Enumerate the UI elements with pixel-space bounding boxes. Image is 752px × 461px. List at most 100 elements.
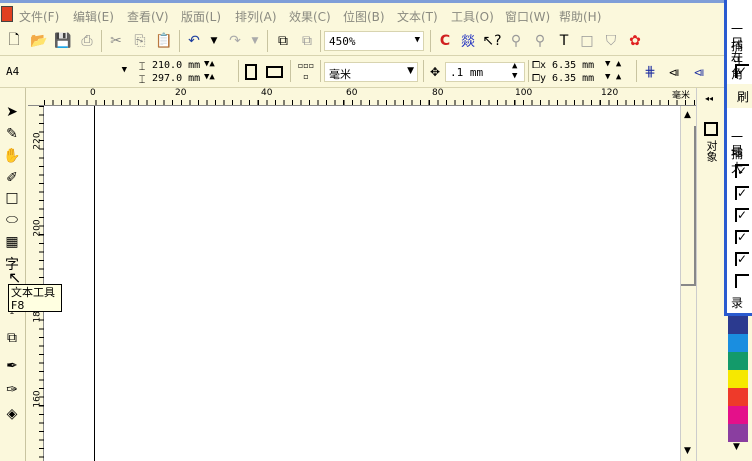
- ruler-label: 80: [432, 88, 444, 98]
- shape-tool-icon[interactable]: ✎: [2, 124, 22, 144]
- vertical-scrollbar[interactable]: ▲ ▼: [680, 106, 696, 461]
- chevron-down-icon[interactable]: ▼: [122, 65, 127, 75]
- scroll-thumb[interactable]: [681, 126, 696, 286]
- pick-tool-icon[interactable]: ➤: [2, 102, 22, 122]
- docker-tab-objects[interactable]: 对象: [705, 140, 719, 162]
- palette-swatch[interactable]: [728, 388, 748, 406]
- menu-edit[interactable]: 编辑(E): [73, 8, 114, 25]
- undo-icon[interactable]: ↶: [185, 32, 203, 50]
- panel-checkbox[interactable]: ✓: [735, 64, 749, 78]
- paste-icon[interactable]: 📋: [155, 32, 173, 50]
- redo-icon[interactable]: ↷: [226, 32, 244, 50]
- scroll-down-icon[interactable]: ▼: [684, 446, 691, 456]
- text-frame-icon[interactable]: T: [555, 32, 573, 50]
- eyedropper-tool-icon[interactable]: ✒: [2, 356, 22, 376]
- panel-checkbox[interactable]: [735, 274, 749, 288]
- collapse-icon[interactable]: ◂◂: [705, 94, 713, 103]
- landscape-button[interactable]: [266, 66, 283, 78]
- dup-y-spinner[interactable]: ▼ ▲: [605, 72, 621, 82]
- whats-this-icon[interactable]: ↖?: [482, 32, 501, 50]
- scroll-up-icon[interactable]: ▲: [684, 110, 691, 120]
- print-icon[interactable]: ⎙: [78, 32, 96, 50]
- units-combo[interactable]: 毫米 ▼: [324, 62, 418, 82]
- panel-checkbox[interactable]: ✓: [735, 208, 749, 222]
- menu-help[interactable]: 帮助(H): [559, 8, 601, 25]
- menu-arrange[interactable]: 排列(A): [235, 8, 277, 25]
- new-icon[interactable]: 🗋: [5, 32, 23, 50]
- snap-objects-icon[interactable]: ⧏: [690, 63, 708, 81]
- cut-icon[interactable]: ✂: [107, 32, 125, 50]
- paper-size-combo[interactable]: A4 ▼: [2, 62, 130, 82]
- ruler-label: 60: [346, 88, 358, 98]
- height-spinner[interactable]: ▼▲: [204, 72, 215, 82]
- undo-dropdown-icon[interactable]: ▼: [205, 32, 223, 50]
- open-icon[interactable]: 📂: [30, 32, 48, 50]
- panel-button[interactable]: 刷: [727, 84, 752, 108]
- panel-text: 录制: [731, 296, 744, 310]
- menu-bitmaps[interactable]: 位图(B): [343, 8, 385, 25]
- frame-icon[interactable]: □: [578, 32, 596, 50]
- graph-paper-tool-icon[interactable]: ▦: [2, 232, 22, 252]
- palette-swatch[interactable]: [728, 316, 748, 334]
- find-replace-icon[interactable]: ⚲: [531, 32, 549, 50]
- nudge-icon: ✥: [429, 65, 441, 79]
- text-tool-icon[interactable]: 燚: [459, 32, 477, 50]
- corel-connect-icon[interactable]: C: [436, 32, 454, 50]
- menu-effects[interactable]: 效果(C): [289, 8, 331, 25]
- duplicate-y-value: 6.35 mm: [552, 73, 595, 84]
- redo-dropdown-icon[interactable]: ▼: [246, 32, 264, 50]
- panel-checkbox[interactable]: ✓: [735, 252, 749, 266]
- menu-layout[interactable]: 版面(L): [181, 8, 221, 25]
- chevron-down-icon[interactable]: ▼: [407, 66, 414, 76]
- outline-tool-icon[interactable]: ✑: [2, 380, 22, 400]
- palette-swatch[interactable]: [728, 334, 748, 352]
- duplicate-y-field[interactable]: ⧠y 6.35 mm: [532, 73, 594, 84]
- binoculars-icon[interactable]: ⚲: [507, 32, 525, 50]
- import-icon[interactable]: ⧉: [274, 32, 292, 50]
- ellipse-tool-icon[interactable]: ⬭: [2, 210, 22, 230]
- export-icon[interactable]: ⧉: [298, 32, 316, 50]
- horizontal-ruler[interactable]: 0 20 40 60 80 100 120 毫米: [28, 88, 696, 106]
- snap-guidelines-icon[interactable]: ⧏: [665, 63, 683, 81]
- menu-tools[interactable]: 工具(O): [451, 8, 494, 25]
- tooltip-title: 文本工具: [11, 286, 55, 299]
- menu-window[interactable]: 窗口(W): [505, 8, 550, 25]
- panel-checkbox[interactable]: ✓: [735, 230, 749, 244]
- palette-swatch[interactable]: [728, 424, 748, 442]
- page-height-field[interactable]: 297.0 mm: [152, 73, 200, 84]
- rectangle-tool-icon[interactable]: □: [2, 188, 22, 208]
- fill-tool-icon[interactable]: ◈: [2, 404, 22, 424]
- blend-tool-icon[interactable]: ⧉: [2, 328, 22, 348]
- page-layout-icon[interactable]: ▫▫▫ ▫: [297, 60, 315, 82]
- dup-x-spinner[interactable]: ▼ ▲: [605, 59, 621, 69]
- nudge-spinner[interactable]: ▲ ▼: [512, 61, 517, 81]
- page-width-field[interactable]: 210.0 mm: [152, 60, 200, 71]
- palette-scroll-down-icon[interactable]: ▼: [733, 442, 740, 452]
- flower-icon[interactable]: ✿: [626, 32, 644, 50]
- nudge-value: .1 mm: [450, 66, 484, 79]
- menu-text[interactable]: 文本(T): [397, 8, 438, 25]
- zoom-level-combo[interactable]: 450% ▼: [324, 31, 424, 51]
- menu-file[interactable]: 文件(F): [19, 8, 59, 25]
- drawing-canvas[interactable]: [44, 106, 680, 461]
- object-manager-icon[interactable]: [704, 122, 718, 136]
- zoom-value: 450%: [329, 35, 356, 48]
- panel-checkbox[interactable]: ✓: [735, 186, 749, 200]
- grid-icon[interactable]: ⋕: [641, 63, 659, 81]
- freehand-tool-icon[interactable]: ✐: [2, 168, 22, 188]
- save-icon[interactable]: 💾: [54, 32, 72, 50]
- pan-tool-icon[interactable]: ✋: [2, 146, 22, 166]
- shirt-icon[interactable]: ⛉: [602, 32, 620, 50]
- palette-swatch[interactable]: [728, 370, 748, 388]
- menu-view[interactable]: 查看(V): [127, 8, 169, 25]
- chevron-down-icon[interactable]: ▼: [415, 35, 420, 45]
- app-icon: [1, 6, 13, 22]
- panel-checkbox[interactable]: ✓: [735, 164, 749, 178]
- palette-swatch[interactable]: [728, 406, 748, 424]
- options-panel: 一捕 尺寸 左角 ✓ 刷 一捕 最大 ✓ ✓ ✓ ✓ ✓ 录制: [724, 0, 752, 316]
- width-spinner[interactable]: ▼▲: [204, 59, 215, 69]
- portrait-button[interactable]: [245, 64, 257, 80]
- copy-icon[interactable]: ⎘: [131, 32, 149, 50]
- palette-swatch[interactable]: [728, 352, 748, 370]
- duplicate-x-field[interactable]: ⧠x 6.35 mm: [532, 60, 594, 71]
